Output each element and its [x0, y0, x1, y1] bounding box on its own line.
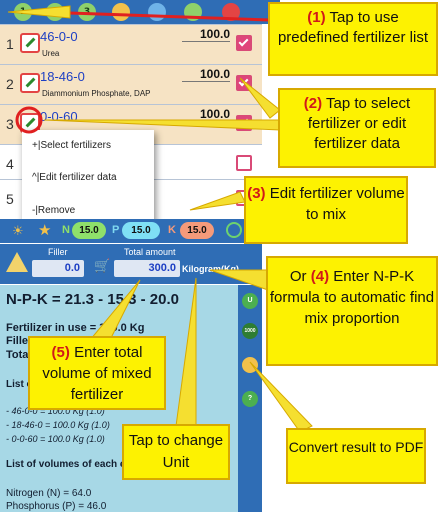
pointer-wedge: [88, 279, 141, 341]
callout-select-edit: (2) Tap to select fertilizer or edit fer…: [278, 88, 436, 168]
highlight-circle: [15, 106, 43, 134]
callout-number: (3): [247, 185, 266, 202]
callout-text: Tap to use predefined fertilizer list: [277, 9, 429, 46]
callout-number: (4): [310, 268, 330, 285]
pointer-wedge: [249, 361, 313, 433]
pointer-wedge: [7, 5, 71, 19]
callout-text: Convert result to PDF: [288, 439, 424, 455]
callout-convert-pdf: Convert result to PDF: [286, 428, 426, 484]
callout-prefix: Or: [289, 268, 307, 285]
callout-predefined-list: (1) Tap to use predefined fertilizer lis…: [268, 2, 438, 76]
callout-number: (2): [303, 95, 323, 112]
callout-edit-volume: (3) Edit fertilizer volume to mix: [244, 176, 408, 244]
pointer-wedge: [189, 191, 246, 211]
callout-number: (1): [307, 9, 326, 26]
callout-total-volume: (5) Enter total volume of mixed fertiliz…: [28, 336, 166, 410]
pointer-line: [39, 10, 271, 22]
pointer-wedge: [209, 269, 269, 291]
callout-text: Tap to change Unit: [128, 432, 224, 471]
callout-text: Tap to select fertilizer or edit fertili…: [307, 95, 411, 152]
pointer-wedge: [239, 77, 281, 119]
pointer-wedge: [175, 277, 197, 427]
callout-text: Edit fertilizer volume to mix: [269, 185, 405, 223]
callout-npk-formula: Or (4) Enter N-P-K formula to automatic …: [266, 256, 438, 366]
callout-number: (5): [51, 344, 70, 361]
callout-change-unit: Tap to change Unit: [122, 424, 230, 480]
pointer-wedge: [43, 119, 281, 131]
